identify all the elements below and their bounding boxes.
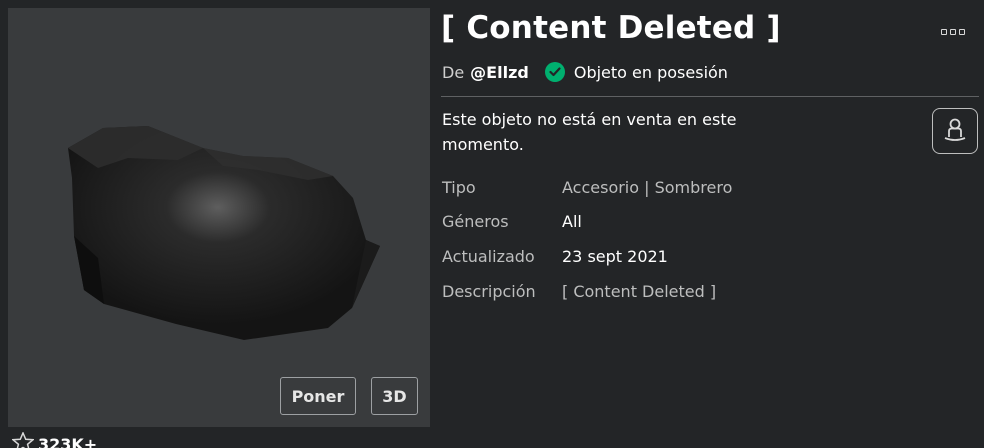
item-title: [ Content Deleted ] [441, 10, 781, 46]
check-circle-icon [544, 62, 565, 82]
detail-label: Géneros [442, 212, 509, 231]
item-details-page: Poner 3D 323K+ [ Content Deleted ] De @E… [0, 0, 984, 448]
detail-row-updated: Actualizado 23 sept 2021 [442, 247, 668, 266]
item-byline: De @Ellzd Objeto en posesión [442, 62, 728, 82]
view-3d-button[interactable]: 3D [371, 377, 418, 415]
detail-value: Accesorio | Sombrero [562, 178, 733, 197]
item-thumbnail [68, 126, 380, 340]
owned-status: Objeto en posesión [573, 62, 728, 82]
detail-label: Descripción [442, 282, 536, 301]
favorite-row[interactable]: 323K+ [11, 431, 98, 448]
by-prefix: De [442, 62, 465, 82]
creator-link[interactable]: @Ellzd [470, 63, 529, 82]
detail-label: Tipo [442, 178, 476, 197]
favorite-count: 323K+ [38, 434, 98, 448]
offsale-message: Este objeto no está en venta en este mom… [442, 110, 737, 154]
star-outline-icon[interactable] [11, 431, 35, 448]
detail-label: Actualizado [442, 247, 535, 266]
avatar-try-on-icon [941, 115, 969, 147]
detail-row-description: Descripción [ Content Deleted ] [442, 282, 716, 301]
detail-value: All [562, 212, 582, 231]
detail-value: 23 sept 2021 [562, 247, 668, 266]
item-preview-panel[interactable]: Poner 3D [8, 8, 430, 427]
detail-row-type: Tipo Accesorio | Sombrero [442, 178, 732, 197]
detail-row-genres: Géneros All [442, 212, 582, 231]
try-on-button[interactable]: Poner [280, 377, 356, 415]
avatar-try-on-button[interactable] [932, 108, 978, 154]
detail-value: [ Content Deleted ] [562, 282, 717, 301]
divider [441, 96, 979, 97]
more-options-icon[interactable] [940, 26, 966, 38]
